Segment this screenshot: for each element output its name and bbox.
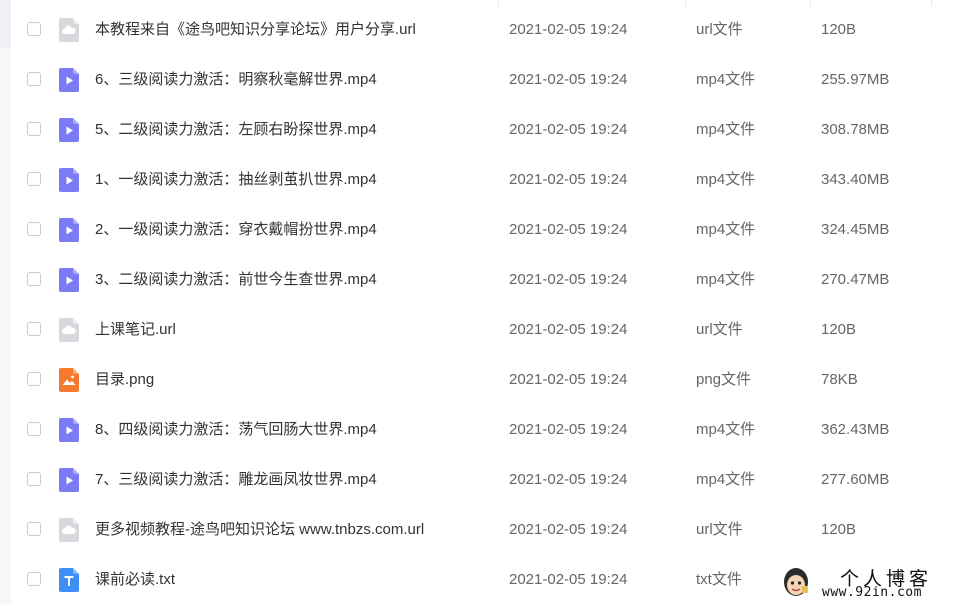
row-checkbox[interactable] (27, 72, 41, 86)
file-row[interactable]: 6、三级阅读力激活：明察秋毫解世界.mp4 2021-02-05 19:24 mp4… (11, 56, 973, 106)
file-name[interactable]: 6、三级阅读力激活：明察秋毫解世界.mp4 (95, 70, 377, 90)
file-name[interactable]: 7、三级阅读力激活：雕龙画凤妆世界.mp4 (95, 470, 377, 490)
file-name[interactable]: 更多视频教程-途鸟吧知识论坛 www.tnbzs.com.url (95, 520, 424, 540)
row-checkbox[interactable] (27, 22, 41, 36)
file-type: url文件 (696, 321, 743, 338)
watermark-url: www.92in.com (822, 585, 922, 600)
file-name[interactable]: 课前必读.txt (95, 570, 175, 590)
row-checkbox[interactable] (27, 172, 41, 186)
video-icon (59, 268, 79, 292)
modified-date: 2021-02-05 19:24 (509, 521, 628, 538)
modified-date: 2021-02-05 19:24 (509, 321, 628, 338)
file-name[interactable]: 2、一级阅读力激活：穿衣戴帽扮世界.mp4 (95, 220, 377, 240)
row-checkbox[interactable] (27, 272, 41, 286)
row-checkbox[interactable] (27, 322, 41, 336)
modified-date: 2021-02-05 19:24 (509, 121, 628, 138)
file-row[interactable]: 本教程来自《途鸟吧知识分享论坛》用户分享.url 2021-02-05 19:24… (11, 6, 973, 56)
watermark: 个人博客 www.92in.com (778, 562, 973, 604)
modified-date: 2021-02-05 19:24 (509, 71, 628, 88)
file-row[interactable]: 8、四级阅读力激活：荡气回肠大世界.mp4 2021-02-05 19:24 mp4… (11, 406, 973, 456)
file-name[interactable]: 目录.png (95, 370, 154, 390)
row-checkbox[interactable] (27, 572, 41, 586)
file-name[interactable]: 3、二级阅读力激活：前世今生查世界.mp4 (95, 270, 377, 290)
video-icon (59, 168, 79, 192)
file-row[interactable]: 1、一级阅读力激活：抽丝剥茧扒世界.mp4 2021-02-05 19:24 mp4… (11, 156, 973, 206)
file-size: 255.97MB (821, 71, 890, 88)
file-size: 120B (821, 21, 857, 38)
sidebar-strip (0, 0, 11, 604)
cartoon-face-icon (784, 568, 808, 596)
file-row[interactable]: 目录.png 2021-02-05 19:24 png文件 78KB (11, 356, 973, 406)
file-row[interactable]: 2、一级阅读力激活：穿衣戴帽扮世界.mp4 2021-02-05 19:24 mp4… (11, 206, 973, 256)
file-name[interactable]: 本教程来自《途鸟吧知识分享论坛》用户分享.url (95, 20, 416, 40)
modified-date: 2021-02-05 19:24 (509, 471, 628, 488)
file-row[interactable]: 5、二级阅读力激活：左顾右盼探世界.mp4 2021-02-05 19:24 mp4… (11, 106, 973, 156)
cloud-link-icon (59, 318, 79, 342)
file-size: 362.43MB (821, 421, 890, 438)
file-row[interactable]: 7、三级阅读力激活：雕龙画凤妆世界.mp4 2021-02-05 19:24 mp4… (11, 456, 973, 506)
file-size: 324.45MB (821, 221, 890, 238)
row-checkbox[interactable] (27, 472, 41, 486)
text-doc-icon (59, 568, 79, 592)
row-checkbox[interactable] (27, 422, 41, 436)
modified-date: 2021-02-05 19:24 (509, 271, 628, 288)
row-checkbox[interactable] (27, 222, 41, 236)
file-type: mp4文件 (696, 71, 756, 88)
cloud-link-icon (59, 18, 79, 42)
file-list-page: 本教程来自《途鸟吧知识分享论坛》用户分享.url 2021-02-05 19:24… (0, 0, 973, 604)
video-icon (59, 218, 79, 242)
video-icon (59, 68, 79, 92)
file-size: 120B (821, 321, 857, 338)
file-name[interactable]: 8、四级阅读力激活：荡气回肠大世界.mp4 (95, 420, 377, 440)
file-type: txt文件 (696, 571, 742, 588)
file-type: mp4文件 (696, 421, 756, 438)
modified-date: 2021-02-05 19:24 (509, 421, 628, 438)
row-checkbox[interactable] (27, 122, 41, 136)
modified-date: 2021-02-05 19:24 (509, 371, 628, 388)
file-type: mp4文件 (696, 271, 756, 288)
file-type: mp4文件 (696, 171, 756, 188)
file-size: 343.40MB (821, 171, 890, 188)
modified-date: 2021-02-05 19:24 (509, 171, 628, 188)
image-icon (59, 368, 79, 392)
sidebar-selected-item[interactable] (0, 0, 11, 48)
file-type: png文件 (696, 371, 752, 388)
file-type: url文件 (696, 521, 743, 538)
file-size: 277.60MB (821, 471, 890, 488)
row-checkbox[interactable] (27, 372, 41, 386)
file-type: mp4文件 (696, 121, 756, 138)
file-row[interactable]: 更多视频教程-途鸟吧知识论坛 www.tnbzs.com.url 2021-02-… (11, 506, 973, 556)
row-checkbox[interactable] (27, 522, 41, 536)
modified-date: 2021-02-05 19:24 (509, 21, 628, 38)
file-size: 308.78MB (821, 121, 890, 138)
file-name[interactable]: 5、二级阅读力激活：左顾右盼探世界.mp4 (95, 120, 377, 140)
file-row[interactable]: 上课笔记.url 2021-02-05 19:24 url文件 120B (11, 306, 973, 356)
file-type: url文件 (696, 21, 743, 38)
cloud-link-icon (59, 518, 79, 542)
file-size: 120B (821, 521, 857, 538)
file-type: mp4文件 (696, 221, 756, 238)
file-size: 78KB (821, 371, 858, 388)
video-icon (59, 418, 79, 442)
file-size: 270.47MB (821, 271, 890, 288)
video-icon (59, 468, 79, 492)
file-name[interactable]: 上课笔记.url (95, 320, 176, 340)
modified-date: 2021-02-05 19:24 (509, 221, 628, 238)
video-icon (59, 118, 79, 142)
file-type: mp4文件 (696, 471, 756, 488)
modified-date: 2021-02-05 19:24 (509, 571, 628, 588)
file-name[interactable]: 1、一级阅读力激活：抽丝剥茧扒世界.mp4 (95, 170, 377, 190)
file-row[interactable]: 3、二级阅读力激活：前世今生查世界.mp4 2021-02-05 19:24 mp4… (11, 256, 973, 306)
